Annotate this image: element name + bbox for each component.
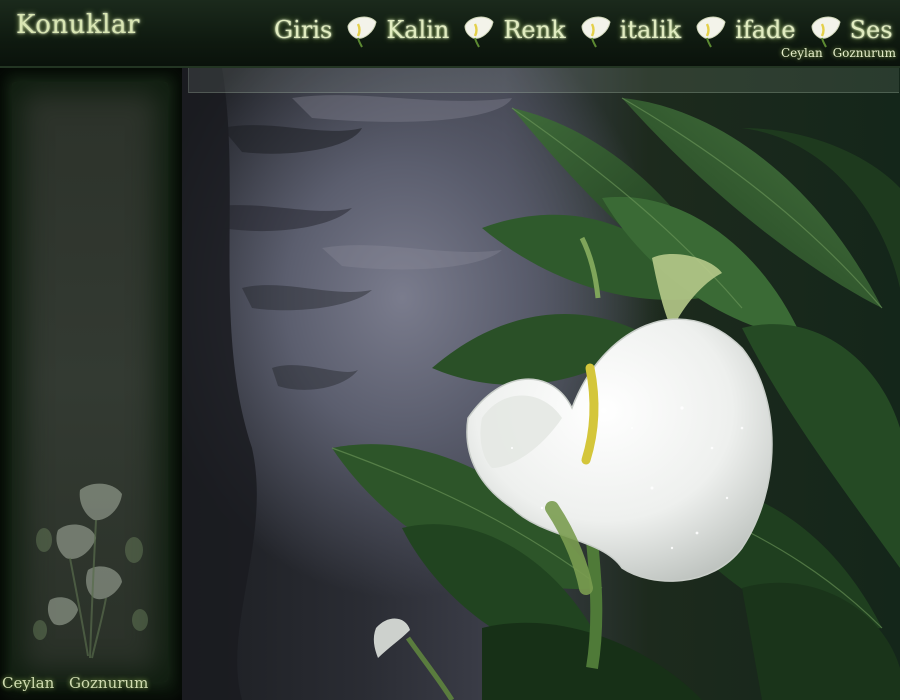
format-menu: Giris Kalin Renk italik ifade Ses	[274, 10, 900, 50]
menu-label-kalin: Kalin	[386, 16, 450, 44]
menu-item-renk[interactable]: Renk	[503, 12, 619, 48]
top-nav-bar: Konuklar Giris Kalin Renk italik ifade S…	[0, 0, 900, 68]
calla-lily-icon	[696, 16, 726, 48]
credit-top: Ceylan Goznurum	[780, 46, 896, 60]
guestbook-page: Konuklar Giris Kalin Renk italik ifade S…	[0, 0, 900, 700]
menu-label-italik: italik	[619, 16, 682, 44]
menu-label-ifade: ifade	[735, 16, 796, 44]
calla-lily-icon	[347, 16, 377, 48]
calla-lily-icon	[811, 16, 841, 48]
menu-item-italik[interactable]: italik	[620, 12, 736, 48]
menu-item-kalin[interactable]: Kalin	[386, 12, 503, 48]
menu-label-ses: Ses	[849, 16, 893, 44]
calla-lily-background-photo	[182, 68, 900, 700]
calla-lily-icon	[581, 16, 611, 48]
menu-item-ifade[interactable]: ifade	[735, 12, 849, 48]
menu-label-renk: Renk	[503, 16, 566, 44]
faded-lily-bouquet-decoration	[33, 483, 148, 659]
content-input-strip[interactable]	[188, 68, 899, 93]
menu-item-ses[interactable]: Ses	[850, 16, 900, 44]
menu-label-giris: Giris	[274, 16, 333, 44]
menu-item-giris[interactable]: Giris	[274, 12, 386, 48]
calla-lily-icon	[464, 16, 494, 48]
credit-bottom: Ceylan Goznurum	[2, 674, 149, 692]
brand-link[interactable]: Konuklar	[16, 10, 140, 40]
